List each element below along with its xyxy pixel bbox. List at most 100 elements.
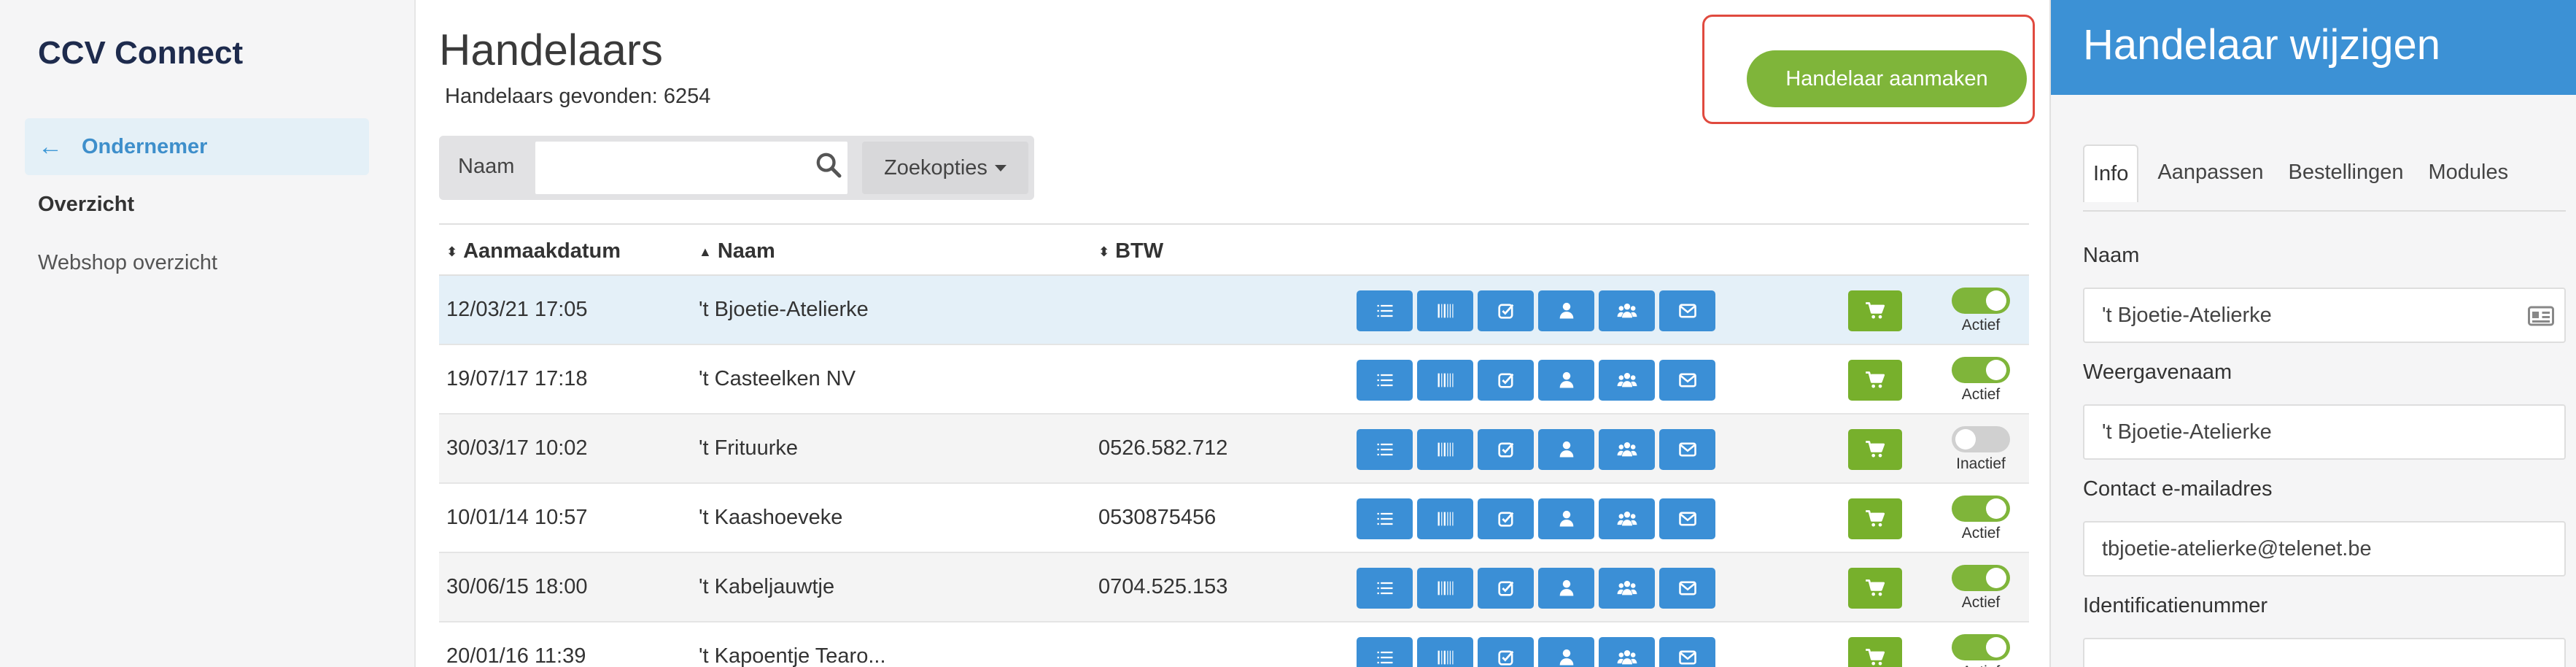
edit-merchant-panel: Handelaar wijzigen Info Aanpassen Bestel… <box>2049 0 2576 667</box>
create-merchant-button[interactable]: Handelaar aanmaken <box>1747 50 2027 107</box>
list-button[interactable] <box>1357 568 1413 609</box>
check-square-icon <box>1497 304 1513 319</box>
naam-field[interactable]: 't Bjoetie-Atelierke <box>2083 288 2566 343</box>
sidebar-item-overzicht[interactable]: Overzicht <box>38 193 134 217</box>
barcode-icon <box>1438 373 1453 388</box>
users-button[interactable] <box>1599 498 1655 539</box>
check-square-button[interactable] <box>1478 290 1534 331</box>
user-button[interactable] <box>1538 360 1594 401</box>
user-button[interactable] <box>1538 568 1594 609</box>
check-square-button[interactable] <box>1478 498 1534 539</box>
list-button[interactable] <box>1357 498 1413 539</box>
envelope-icon <box>1678 650 1696 665</box>
users-button[interactable] <box>1599 429 1655 470</box>
check-square-button[interactable] <box>1478 360 1534 401</box>
envelope-icon <box>1678 373 1696 388</box>
envelope-button[interactable] <box>1659 498 1715 539</box>
envelope-button[interactable] <box>1659 290 1715 331</box>
users-icon <box>1617 303 1637 318</box>
table-row[interactable]: 30/03/17 10:02 't Frituurke 0526.582.712 In… <box>439 415 2029 484</box>
list-icon <box>1377 582 1392 595</box>
barcode-icon <box>1438 581 1453 595</box>
user-button[interactable] <box>1538 498 1594 539</box>
barcode-button[interactable] <box>1417 290 1473 331</box>
tab-bestellingen[interactable]: Bestellingen <box>2283 144 2410 202</box>
envelope-button[interactable] <box>1659 568 1715 609</box>
cell-aanmaakdatum: 30/06/15 18:00 <box>446 575 588 598</box>
list-button[interactable] <box>1357 360 1413 401</box>
column-header-naam[interactable]: ▲ Naam <box>699 239 775 263</box>
list-button[interactable] <box>1357 637 1413 667</box>
barcode-icon <box>1438 512 1453 526</box>
tab-modules[interactable]: Modules <box>2423 144 2515 202</box>
sidebar-item-webshop-overzicht[interactable]: Webshop overzicht <box>38 251 217 275</box>
table-row[interactable]: 10/01/14 10:57 't Kaashoeveke 0530875456 Ac… <box>439 484 2029 553</box>
search-input[interactable] <box>535 142 847 194</box>
status-toggle[interactable] <box>1952 288 2010 314</box>
orders-button[interactable] <box>1848 568 1902 609</box>
field-label-identificatienummer: Identificatienummer <box>2083 594 2268 617</box>
table-row[interactable]: 19/07/17 17:18 't Casteelken NV Actief <box>439 345 2029 415</box>
shopping-cart-icon <box>1866 649 1885 666</box>
row-actions <box>1357 568 1715 609</box>
user-button[interactable] <box>1538 290 1594 331</box>
tab-aanpassen[interactable]: Aanpassen <box>2152 144 2269 202</box>
barcode-button[interactable] <box>1417 429 1473 470</box>
toggle-knob <box>1986 290 2006 311</box>
column-header-btw[interactable]: ⬍ BTW <box>1098 239 1163 263</box>
users-icon <box>1617 442 1637 457</box>
tab-divider <box>2083 210 2566 212</box>
envelope-icon <box>1678 512 1696 526</box>
sidebar-item-ondernemer[interactable]: ← Ondernemer <box>25 118 369 175</box>
check-square-button[interactable] <box>1478 637 1534 667</box>
field-label-contact-email: Contact e-mailadres <box>2083 477 2273 501</box>
barcode-button[interactable] <box>1417 568 1473 609</box>
barcode-button[interactable] <box>1417 360 1473 401</box>
envelope-button[interactable] <box>1659 360 1715 401</box>
cell-naam: 't Bjoetie-Atelierke <box>699 298 869 321</box>
users-button[interactable] <box>1599 290 1655 331</box>
brand-logo[interactable]: CCV Connect <box>38 35 243 72</box>
status-toggle[interactable] <box>1952 357 2010 383</box>
orders-button[interactable] <box>1848 637 1902 667</box>
panel-header: Handelaar wijzigen <box>2051 0 2576 95</box>
list-button[interactable] <box>1357 429 1413 470</box>
user-icon <box>1559 302 1573 319</box>
user-button[interactable] <box>1538 429 1594 470</box>
identificatienummer-field[interactable] <box>2083 638 2566 667</box>
orders-button[interactable] <box>1848 290 1902 331</box>
users-icon <box>1617 511 1637 526</box>
orders-button[interactable] <box>1848 360 1902 401</box>
user-button[interactable] <box>1538 637 1594 667</box>
status-toggle[interactable] <box>1952 634 2010 660</box>
status-toggle[interactable] <box>1952 565 2010 591</box>
tab-info[interactable]: Info <box>2083 144 2139 202</box>
field-label-naam: Naam <box>2083 244 2140 267</box>
barcode-button[interactable] <box>1417 637 1473 667</box>
table-row[interactable]: 12/03/21 17:05 't Bjoetie-Atelierke Actief <box>439 276 2029 345</box>
envelope-button[interactable] <box>1659 637 1715 667</box>
table-row[interactable]: 20/01/16 11:39 't Kapoentje Tearo... Actie… <box>439 622 2029 667</box>
table-row[interactable]: 30/06/15 18:00 't Kabeljauwtje 0704.525.15… <box>439 553 2029 622</box>
envelope-button[interactable] <box>1659 429 1715 470</box>
search-options-dropdown[interactable]: Zoekopties <box>862 142 1028 194</box>
check-square-button[interactable] <box>1478 568 1534 609</box>
check-square-button[interactable] <box>1478 429 1534 470</box>
weergavenaam-field[interactable]: 't Bjoetie-Atelierke <box>2083 404 2566 460</box>
column-header-aanmaakdatum[interactable]: ⬍ Aanmaakdatum <box>446 239 621 263</box>
contact-email-field[interactable]: tbjoetie-atelierke@telenet.be <box>2083 521 2566 577</box>
barcode-button[interactable] <box>1417 498 1473 539</box>
cell-btw: 0530875456 <box>1098 506 1217 529</box>
users-button[interactable] <box>1599 360 1655 401</box>
orders-button[interactable] <box>1848 498 1902 539</box>
orders-button[interactable] <box>1848 429 1902 470</box>
status-toggle[interactable] <box>1952 426 2010 452</box>
search-icon[interactable] <box>814 150 843 180</box>
caret-down-icon <box>994 164 1006 171</box>
users-button[interactable] <box>1599 637 1655 667</box>
check-square-icon <box>1497 650 1513 666</box>
list-button[interactable] <box>1357 290 1413 331</box>
cell-aanmaakdatum: 30/03/17 10:02 <box>446 436 588 460</box>
users-button[interactable] <box>1599 568 1655 609</box>
status-toggle[interactable] <box>1952 496 2010 522</box>
